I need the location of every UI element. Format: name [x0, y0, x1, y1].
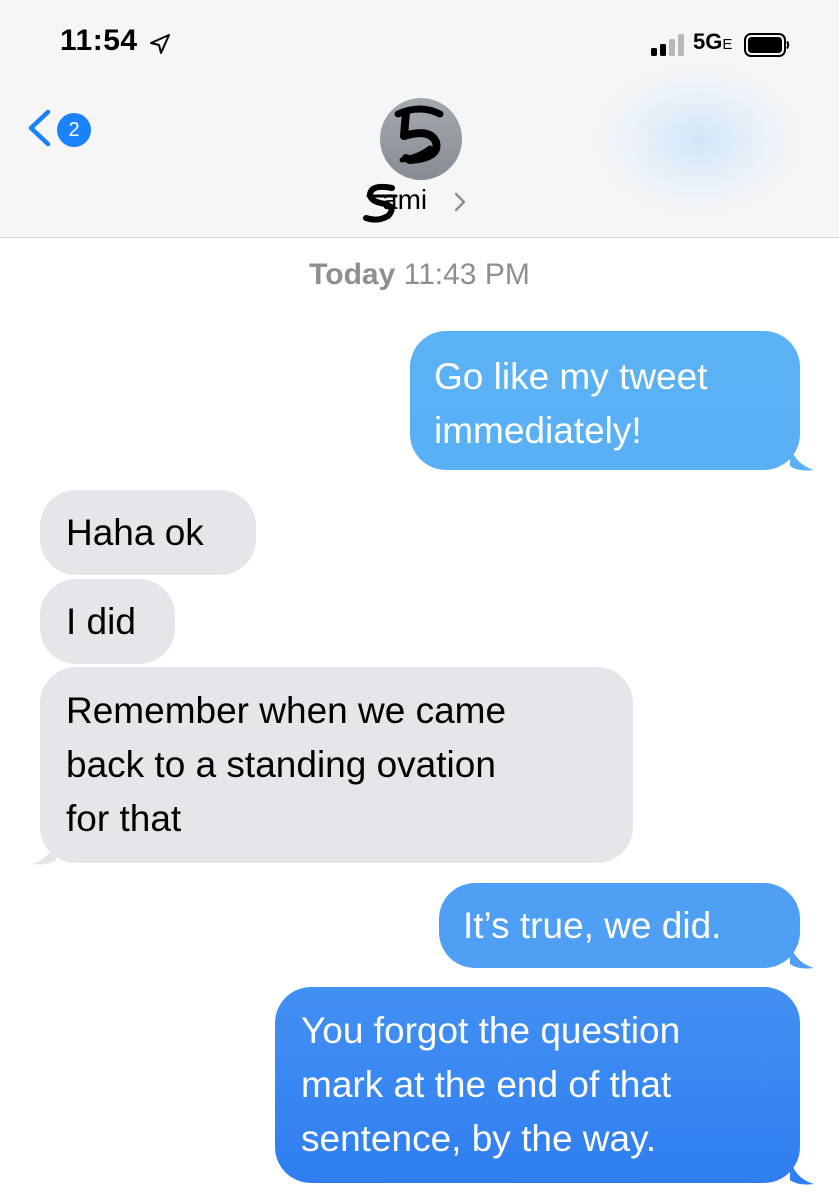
- message-bubble-incoming[interactable]: Haha ok: [40, 490, 256, 575]
- message-bubble-outgoing[interactable]: Go like my tweet immediately!: [410, 331, 800, 470]
- status-time: 11:54: [60, 24, 138, 57]
- location-arrow-icon: [150, 34, 170, 54]
- header-glow: [589, 60, 809, 220]
- bubble-tail-outgoing: [790, 444, 814, 471]
- bubble-tail-outgoing: [790, 1158, 814, 1185]
- contact-avatar[interactable]: [380, 98, 462, 180]
- message-text: I did: [66, 601, 136, 642]
- contact-name: ami: [382, 184, 428, 215]
- chevron-right-icon: [454, 192, 466, 212]
- network-indicator: 5GE: [693, 29, 732, 55]
- message-bubble-incoming[interactable]: Remember when we came back to a standing…: [40, 667, 633, 863]
- bubble-tail-outgoing: [790, 942, 814, 969]
- thread-timestamp: Today 11:43 PM: [0, 258, 839, 292]
- unread-count-badge[interactable]: 2: [57, 113, 91, 147]
- timestamp-time: 11:43 PM: [403, 258, 530, 291]
- conversation-header: 11:54 5GE 2 ami: [0, 0, 839, 238]
- network-suffix: E: [722, 36, 733, 53]
- message-bubble-incoming[interactable]: I did: [40, 579, 175, 664]
- chevron-left-icon[interactable]: [24, 108, 54, 148]
- message-text: You forgot the question mark at the end …: [301, 1010, 681, 1159]
- message-text: It’s true, we did.: [463, 905, 722, 946]
- cellular-signal-icon: [651, 34, 691, 56]
- message-text: Go like my tweet immediately!: [434, 356, 708, 451]
- scribbled-5-icon: [394, 105, 444, 164]
- message-bubble-outgoing[interactable]: It’s true, we did.: [439, 883, 800, 968]
- message-text: Haha ok: [66, 512, 204, 553]
- message-bubble-outgoing[interactable]: You forgot the question mark at the end …: [275, 987, 800, 1183]
- message-text: Remember when we came back to a standing…: [66, 690, 507, 839]
- timestamp-day: Today: [309, 258, 396, 291]
- network-label: 5G: [693, 29, 723, 54]
- battery-icon: [744, 33, 790, 57]
- bubble-tail-incoming: [32, 838, 56, 865]
